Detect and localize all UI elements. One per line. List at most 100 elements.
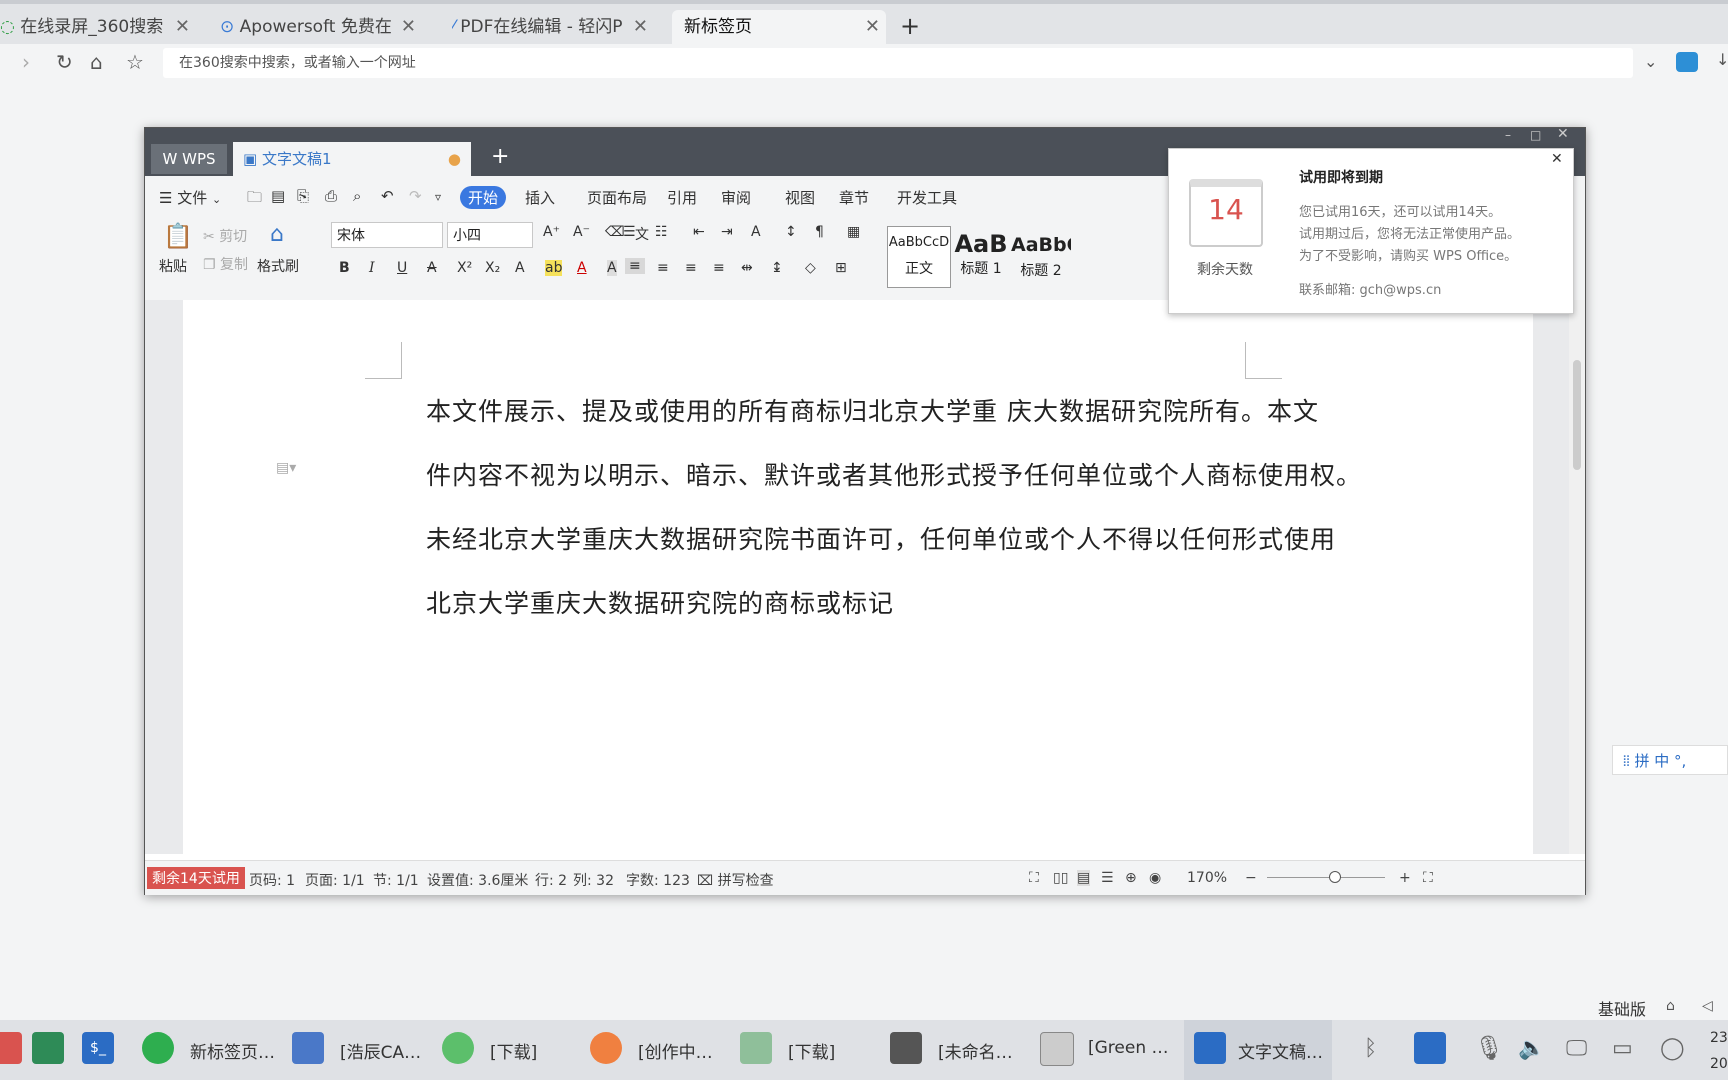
text-effect-icon[interactable]: A bbox=[515, 260, 525, 276]
voice-icon[interactable]: ⦙⦙ bbox=[1623, 752, 1630, 770]
strikethrough-icon[interactable]: A bbox=[427, 260, 437, 276]
reload-icon[interactable]: ↻ bbox=[56, 50, 73, 74]
tray-lock-icon[interactable]: ⌂ bbox=[1666, 998, 1675, 1014]
forward-icon[interactable]: › bbox=[22, 50, 30, 74]
taskbar-item[interactable]: [下载] bbox=[490, 1038, 537, 1063]
word-count[interactable]: 字数: 123 bbox=[626, 870, 690, 890]
taskbar-item[interactable]: [未命名… bbox=[938, 1038, 1013, 1063]
taskbar-item-active[interactable]: 文字文稿… bbox=[1184, 1020, 1332, 1080]
document-tab[interactable]: ▣ 文字文稿1 ● bbox=[233, 142, 471, 176]
browser-icon[interactable] bbox=[142, 1032, 174, 1064]
style-heading-2[interactable]: AaBbC 标题 2 bbox=[1011, 226, 1071, 286]
extension-icon[interactable] bbox=[1676, 52, 1698, 72]
outdent-icon[interactable]: ⇤ bbox=[693, 224, 705, 240]
web-view-icon[interactable]: ⊕ bbox=[1125, 870, 1137, 886]
export-icon[interactable]: ⎘ bbox=[297, 187, 309, 205]
zoom-slider[interactable] bbox=[1267, 877, 1385, 878]
format-painter-icon[interactable]: ⌂ bbox=[270, 222, 284, 247]
close-icon[interactable]: ✕ bbox=[865, 10, 880, 44]
align-right-icon[interactable]: ≡ bbox=[685, 260, 697, 276]
file-manager-icon[interactable] bbox=[32, 1032, 64, 1064]
indent-icon[interactable]: ⇥ bbox=[721, 224, 733, 240]
underline-button[interactable]: U bbox=[397, 260, 407, 276]
font-color-icon[interactable]: A bbox=[577, 260, 587, 276]
format-painter-button[interactable]: 格式刷 bbox=[257, 256, 299, 276]
scrollbar-thumb[interactable] bbox=[1573, 360, 1581, 470]
zoom-out-icon[interactable]: − bbox=[1245, 870, 1257, 886]
start-menu-icon[interactable] bbox=[0, 1032, 22, 1064]
subscript-icon[interactable]: X₂ bbox=[485, 260, 500, 276]
print-icon[interactable]: ⎙ bbox=[325, 187, 337, 205]
taskbar-item[interactable]: [创作中… bbox=[638, 1038, 713, 1063]
new-tab-button[interactable]: + bbox=[900, 12, 920, 40]
style-heading-1[interactable]: AaB 标题 1 bbox=[951, 226, 1011, 286]
outline-view-icon[interactable]: ☰ bbox=[1101, 870, 1114, 886]
align-center-icon[interactable]: ≡ bbox=[657, 260, 669, 276]
paragraph-handle-icon[interactable]: ▤▾ bbox=[276, 460, 296, 476]
open-icon[interactable]: 🗀 bbox=[247, 187, 262, 212]
browser-tab[interactable]: ◌ 在线录屏_360搜索 ✕ bbox=[0, 10, 196, 46]
tab-review[interactable]: 审阅 bbox=[721, 187, 751, 208]
bluetooth-icon[interactable]: ᛒ bbox=[1364, 1036, 1377, 1061]
close-icon[interactable]: ✕ bbox=[633, 10, 648, 44]
file-menu[interactable]: ☰ 文件 ⌄ bbox=[159, 187, 221, 208]
address-input[interactable]: 在360搜索中搜索，或者输入一个网址 bbox=[163, 48, 1633, 78]
chat-icon[interactable]: ◯ bbox=[1660, 1036, 1685, 1061]
phonetic-icon[interactable]: 文 bbox=[635, 224, 649, 244]
shading-icon[interactable]: ◇ bbox=[805, 260, 816, 276]
grow-font-icon[interactable]: A⁺ bbox=[543, 224, 560, 240]
battery-icon[interactable]: ▭ bbox=[1612, 1036, 1633, 1061]
italic-button[interactable]: I bbox=[369, 260, 375, 276]
fullscreen-icon[interactable]: ⛶ bbox=[1029, 870, 1039, 886]
save-icon[interactable]: ▤ bbox=[271, 187, 285, 205]
style-normal[interactable]: AaBbCcD 正文 bbox=[887, 226, 951, 288]
taskbar-item[interactable]: [下载] bbox=[788, 1038, 835, 1063]
cut-button[interactable]: ✂ 剪切 bbox=[203, 226, 247, 246]
align-left-icon[interactable]: ≡ bbox=[625, 258, 645, 274]
sort-icon[interactable]: ↕ bbox=[785, 224, 797, 240]
redo-icon[interactable]: ↷ bbox=[409, 187, 422, 205]
bold-button[interactable]: B bbox=[339, 260, 350, 276]
superscript-icon[interactable]: X² bbox=[457, 260, 472, 276]
download-icon[interactable]: ↓ bbox=[1716, 50, 1728, 69]
ime-tray-icon[interactable] bbox=[1414, 1032, 1446, 1064]
ime-toolbar[interactable]: ⦙⦙ 拼 中 °, bbox=[1612, 745, 1728, 775]
editor-icon[interactable] bbox=[890, 1032, 922, 1064]
home-icon[interactable]: ⌂ bbox=[90, 50, 103, 74]
copy-button[interactable]: ❐ 复制 bbox=[203, 254, 248, 274]
border-icon[interactable]: ▦ bbox=[847, 224, 860, 240]
font-size-select[interactable]: 小四 bbox=[447, 222, 533, 248]
tab-insert[interactable]: 插入 bbox=[525, 187, 555, 208]
close-icon[interactable]: ✕ bbox=[401, 10, 416, 44]
maximize-icon[interactable]: □ bbox=[1530, 128, 1541, 142]
print-preview-icon[interactable]: ⌕ bbox=[353, 187, 361, 205]
clock-top[interactable]: 23 bbox=[1710, 1030, 1728, 1046]
highlight-icon[interactable]: ab bbox=[545, 260, 563, 276]
tab-chapter[interactable]: 章节 bbox=[839, 187, 869, 208]
zoom-in-icon[interactable]: + bbox=[1399, 870, 1411, 886]
font-name-select[interactable]: 宋体 bbox=[331, 222, 443, 248]
table-border-icon[interactable]: ⊞ bbox=[835, 260, 847, 276]
display-icon[interactable]: 🖵 bbox=[1566, 1036, 1587, 1061]
eye-protection-icon[interactable]: ◉ bbox=[1149, 870, 1161, 886]
undo-icon[interactable]: ↶ bbox=[381, 187, 394, 205]
fit-page-icon[interactable]: ⛶ bbox=[1423, 870, 1433, 886]
close-icon[interactable]: ✕ bbox=[1551, 151, 1563, 167]
star-icon[interactable]: ☆ bbox=[126, 50, 144, 74]
trial-badge[interactable]: 剩余14天试用 bbox=[147, 867, 245, 889]
terminal-icon[interactable]: $_ bbox=[82, 1032, 114, 1064]
microphone-icon[interactable]: 🎙 bbox=[1474, 1034, 1504, 1062]
close-window-icon[interactable]: ✕ bbox=[1557, 126, 1569, 142]
vertical-scrollbar[interactable] bbox=[1569, 300, 1585, 854]
zoom-slider-thumb[interactable] bbox=[1329, 871, 1341, 883]
clock-bottom[interactable]: 20 bbox=[1710, 1056, 1728, 1072]
zoom-level[interactable]: 170% bbox=[1187, 870, 1227, 886]
char-shading-icon[interactable]: A bbox=[607, 260, 617, 276]
cad-icon[interactable] bbox=[292, 1032, 324, 1064]
shrink-font-icon[interactable]: A⁻ bbox=[573, 224, 590, 240]
tab-start[interactable]: 开始 bbox=[460, 186, 507, 209]
justify-icon[interactable]: ≡ bbox=[713, 260, 725, 276]
add-tab-button[interactable]: + bbox=[491, 144, 509, 169]
popup-email[interactable]: 联系邮箱: gch@wps.cn bbox=[1299, 279, 1441, 298]
numbering-icon[interactable]: ☷ bbox=[655, 224, 668, 240]
